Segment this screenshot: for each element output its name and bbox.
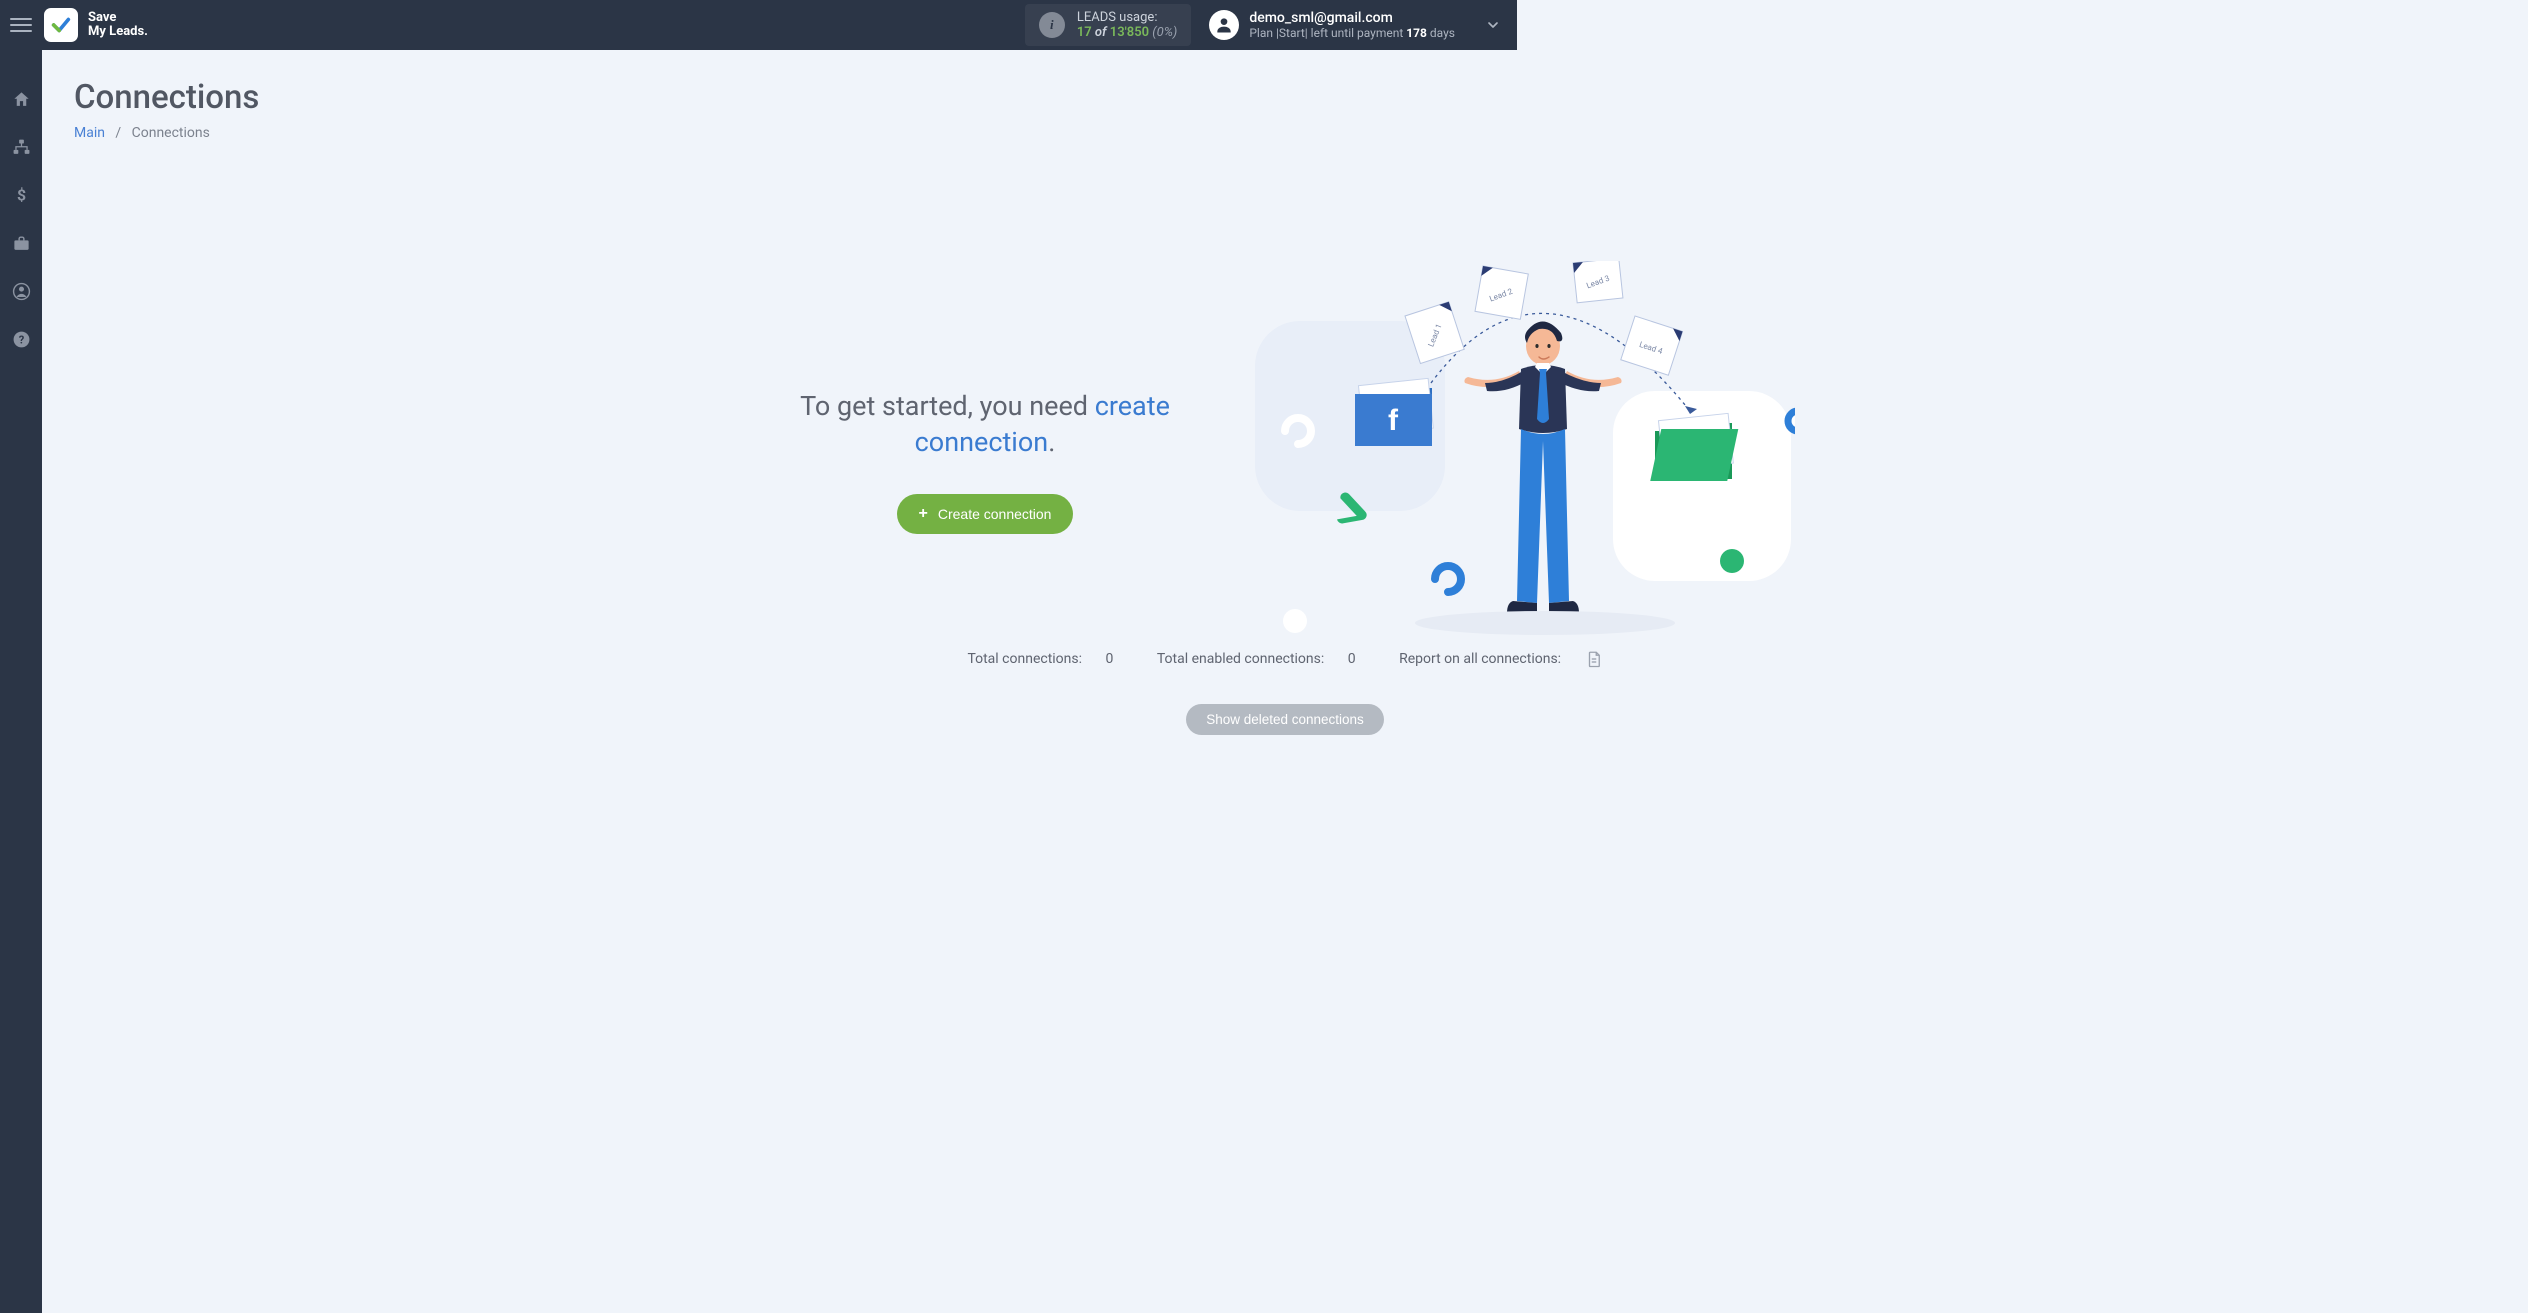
create-connection-label: Create connection (938, 506, 1052, 522)
briefcase-icon[interactable] (10, 232, 32, 254)
enabled-connections-value: 0 (1348, 651, 1356, 667)
home-icon[interactable] (10, 88, 32, 110)
usage-box[interactable]: i LEADS usage: 17 of 13'850 (0%) (1025, 4, 1192, 46)
page-title: Connections (74, 78, 2496, 117)
usage-label: LEADS usage: (1077, 10, 1178, 25)
billing-icon[interactable]: $ (10, 184, 32, 206)
plan-mid: | left until payment (1305, 26, 1407, 40)
usage-percent: (0%) (1152, 25, 1177, 40)
breadcrumb: Main / Connections (74, 125, 2496, 141)
sidebar: $ ? (0, 50, 42, 1313)
total-connections-label: Total connections: (967, 651, 1085, 667)
plan-days-word: days (1427, 26, 1455, 40)
file-icon[interactable] (1585, 650, 1603, 668)
breadcrumb-current: Connections (132, 125, 210, 141)
plan-prefix: Plan | (1249, 26, 1279, 40)
breadcrumb-sep: / (115, 125, 121, 141)
usage-of: of (1095, 25, 1107, 40)
usage-values: LEADS usage: 17 of 13'850 (0%) (1077, 10, 1178, 40)
usage-current: 17 (1077, 25, 1092, 40)
create-connection-button[interactable]: + Create connection (897, 494, 1074, 534)
total-connections-value: 0 (1106, 651, 1114, 667)
plan-days: 178 (1406, 26, 1427, 40)
show-deleted-button[interactable]: Show deleted connections (1186, 704, 1384, 735)
report-label: Report on all connections: (1399, 651, 1561, 667)
connections-icon[interactable] (10, 136, 32, 158)
checkmark-icon (50, 14, 72, 36)
plus-icon: + (919, 505, 928, 523)
info-icon: i (1039, 12, 1065, 38)
content-area: Connections Main / Connections To get st… (42, 50, 2528, 1313)
svg-text:$: $ (16, 186, 25, 204)
enabled-connections: Total enabled connections: 0 (1147, 651, 1369, 667)
empty-state: To get started, you need create connecti… (74, 261, 2496, 661)
illustration: f Lead 1 (1235, 261, 1795, 661)
account-plan: Plan |Start| left until payment 178 days (1249, 26, 1455, 40)
chevron-down-icon[interactable] (1485, 17, 1501, 33)
avatar-icon (1209, 10, 1239, 40)
stats-row: Total connections: 0 Total enabled conne… (42, 650, 2528, 735)
brand-name: Save My Leads. (88, 11, 148, 40)
enabled-connections-label: Total enabled connections: (1157, 651, 1328, 667)
brand-logo[interactable] (44, 8, 78, 42)
breadcrumb-main-link[interactable]: Main (74, 125, 105, 141)
facebook-icon: f (1388, 404, 1399, 437)
account-email: demo_sml@gmail.com (1249, 10, 1455, 26)
plan-name: Start (1279, 26, 1305, 40)
cta-text: To get started, you need create connecti… (775, 388, 1195, 461)
brand-line1: Save (88, 11, 148, 25)
hamburger-menu-button[interactable] (10, 14, 32, 36)
brand-line2: My Leads. (88, 25, 148, 39)
account-icon[interactable] (10, 280, 32, 302)
topbar: Save My Leads. i LEADS usage: 17 of 13'8… (0, 0, 1517, 50)
usage-total: 13'850 (1110, 25, 1149, 40)
total-connections: Total connections: 0 (957, 651, 1126, 667)
help-icon[interactable]: ? (10, 328, 32, 350)
cta-suffix: . (1048, 426, 1055, 458)
cta-prefix: To get started, you need (800, 390, 1095, 422)
svg-text:?: ? (18, 333, 24, 346)
account-block[interactable]: demo_sml@gmail.com Plan |Start| left unt… (1209, 10, 1455, 40)
report-connections: Report on all connections: (1389, 651, 1612, 667)
